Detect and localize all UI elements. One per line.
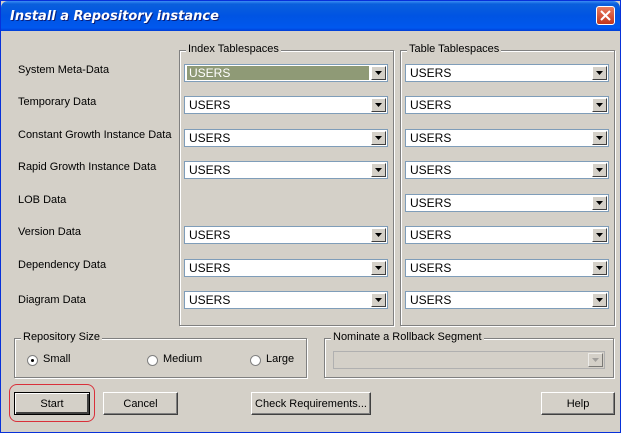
combo-value: USERS xyxy=(189,98,231,112)
index-system-meta-data-combo[interactable]: USERS xyxy=(184,64,388,82)
size-medium-label[interactable]: Medium xyxy=(163,353,202,365)
size-small-label[interactable]: Small xyxy=(43,353,71,365)
combo-value: USERS xyxy=(189,261,231,275)
size-large-radio[interactable] xyxy=(250,355,261,366)
combo-value: USERS xyxy=(410,131,452,145)
combo-value: USERS xyxy=(410,196,452,210)
combo-value: USERS xyxy=(410,261,452,275)
dropdown-button[interactable] xyxy=(592,98,607,112)
dialog-body: System Meta-Data Temporary Data Constant… xyxy=(4,31,617,430)
dropdown-button[interactable] xyxy=(592,163,607,177)
index-dependency-data-combo[interactable]: USERS xyxy=(184,259,388,277)
chevron-down-icon xyxy=(375,71,382,75)
dropdown-button[interactable] xyxy=(592,131,607,145)
rollback-segment-combo[interactable] xyxy=(333,351,605,369)
label-rapid-growth-data: Rapid Growth Instance Data xyxy=(18,161,157,173)
dropdown-button[interactable] xyxy=(371,228,386,242)
combo-value: USERS xyxy=(410,66,452,80)
chevron-down-icon xyxy=(375,136,382,140)
chevron-down-icon xyxy=(596,266,603,270)
combo-value: USERS xyxy=(410,98,452,112)
combo-value: USERS xyxy=(189,293,231,307)
combo-value xyxy=(336,353,340,367)
size-small-radio[interactable] xyxy=(27,355,38,366)
chevron-down-icon xyxy=(375,103,382,107)
chevron-down-icon xyxy=(596,201,603,205)
chevron-down-icon xyxy=(596,103,603,107)
combo-value: USERS xyxy=(410,228,452,242)
table-system-meta-data-combo[interactable]: USERS xyxy=(405,64,609,82)
combo-value: USERS xyxy=(410,163,452,177)
size-medium-radio[interactable] xyxy=(147,355,158,366)
label-version-data: Version Data xyxy=(18,226,81,238)
dropdown-button[interactable] xyxy=(371,131,386,145)
index-rapid-growth-combo[interactable]: USERS xyxy=(184,161,388,179)
chevron-down-icon xyxy=(375,298,382,302)
table-temporary-data-combo[interactable]: USERS xyxy=(405,96,609,114)
index-version-data-combo[interactable]: USERS xyxy=(184,226,388,244)
label-dependency-data: Dependency Data xyxy=(18,259,107,271)
rollback-segment-group: Nominate a Rollback Segment xyxy=(324,331,614,378)
chevron-down-icon xyxy=(596,71,603,75)
close-button[interactable] xyxy=(596,6,615,25)
dropdown-button[interactable] xyxy=(371,261,386,275)
label-temporary-data: Temporary Data xyxy=(18,96,97,108)
chevron-down-icon xyxy=(375,168,382,172)
close-icon xyxy=(600,10,611,21)
start-button[interactable]: Start xyxy=(14,392,90,415)
help-button[interactable]: Help xyxy=(541,392,615,415)
label-diagram-data: Diagram Data xyxy=(18,294,86,306)
dropdown-button[interactable] xyxy=(592,66,607,80)
chevron-down-icon xyxy=(596,168,603,172)
dropdown-button[interactable] xyxy=(371,163,386,177)
table-tablespaces-title: Table Tablespaces xyxy=(407,43,502,55)
combo-value: USERS xyxy=(410,293,452,307)
table-diagram-data-combo[interactable]: USERS xyxy=(405,291,609,309)
table-constant-growth-combo[interactable]: USERS xyxy=(405,129,609,147)
dropdown-button[interactable] xyxy=(371,66,386,80)
combo-value: USERS xyxy=(189,163,231,177)
index-tablespaces-title: Index Tablespaces xyxy=(186,43,281,55)
table-tablespaces-group: Table Tablespaces xyxy=(400,43,615,326)
combo-value: USERS xyxy=(189,228,231,242)
dropdown-button[interactable] xyxy=(588,353,603,367)
size-large-label[interactable]: Large xyxy=(266,353,294,365)
chevron-down-icon xyxy=(375,233,382,237)
combo-value: USERS xyxy=(187,66,369,80)
index-diagram-data-combo[interactable]: USERS xyxy=(184,291,388,309)
index-tablespaces-group: Index Tablespaces xyxy=(179,43,394,326)
dropdown-button[interactable] xyxy=(371,98,386,112)
chevron-down-icon xyxy=(592,358,599,362)
table-lob-data-combo[interactable]: USERS xyxy=(405,194,609,212)
dropdown-button[interactable] xyxy=(371,293,386,307)
index-temporary-data-combo[interactable]: USERS xyxy=(184,96,388,114)
combo-value: USERS xyxy=(189,131,231,145)
table-rapid-growth-combo[interactable]: USERS xyxy=(405,161,609,179)
table-dependency-data-combo[interactable]: USERS xyxy=(405,259,609,277)
title-bar[interactable]: Install a Repository instance xyxy=(1,1,620,31)
dropdown-button[interactable] xyxy=(592,261,607,275)
chevron-down-icon xyxy=(596,136,603,140)
table-version-data-combo[interactable]: USERS xyxy=(405,226,609,244)
chevron-down-icon xyxy=(596,233,603,237)
label-constant-growth-data: Constant Growth Instance Data xyxy=(18,129,172,141)
label-lob-data: LOB Data xyxy=(18,194,67,206)
label-system-meta-data: System Meta-Data xyxy=(18,64,110,76)
chevron-down-icon xyxy=(596,298,603,302)
chevron-down-icon xyxy=(375,266,382,270)
check-requirements-button[interactable]: Check Requirements... xyxy=(251,392,371,415)
repository-size-title: Repository Size xyxy=(21,331,103,343)
window-title: Install a Repository instance xyxy=(10,9,219,24)
cancel-button[interactable]: Cancel xyxy=(103,392,178,415)
dropdown-button[interactable] xyxy=(592,196,607,210)
dropdown-button[interactable] xyxy=(592,293,607,307)
rollback-segment-title: Nominate a Rollback Segment xyxy=(331,331,484,343)
index-constant-growth-combo[interactable]: USERS xyxy=(184,129,388,147)
repository-size-group: Repository Size Small Medium Large xyxy=(14,331,307,378)
install-repository-dialog: Install a Repository instance System Met… xyxy=(0,0,621,433)
dropdown-button[interactable] xyxy=(592,228,607,242)
